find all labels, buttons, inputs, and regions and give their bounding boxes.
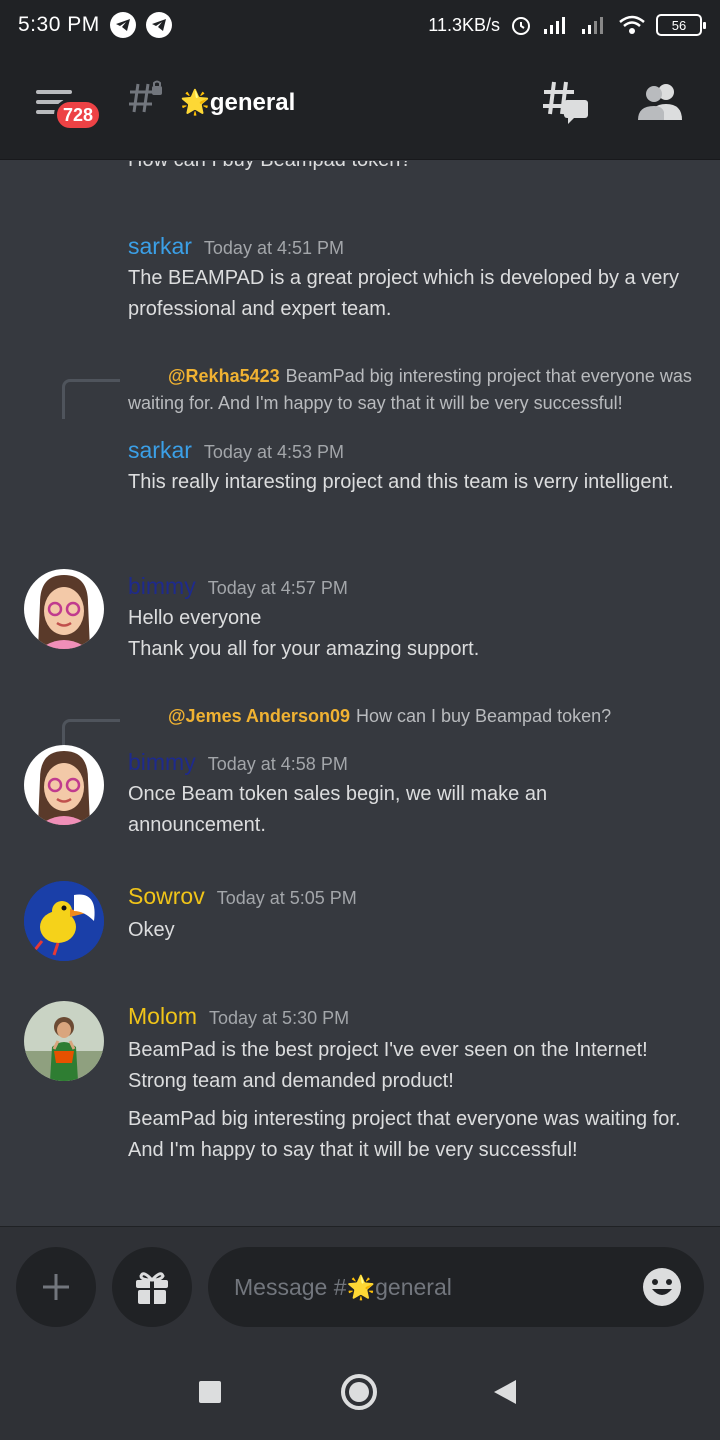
alarm-icon — [512, 17, 530, 35]
message-timestamp: Today at 4:58 PM — [207, 754, 348, 774]
message-text: Thank you all for your amazing support. — [128, 638, 480, 660]
message-text: Once Beam token sales begin, we will mak… — [128, 783, 548, 836]
recents-icon[interactable] — [199, 1381, 221, 1403]
status-time: 5:30 PM — [18, 13, 100, 36]
signal-icon — [544, 17, 565, 34]
message-author[interactable]: Molom — [128, 1003, 197, 1030]
avatar[interactable] — [24, 881, 104, 961]
reply-preview[interactable]: @Rekha5423 BeamPad big interesting projec… — [128, 363, 698, 417]
message-text: The BEAMPAD is a great project which is … — [128, 267, 679, 320]
message-timestamp: Today at 4:57 PM — [207, 578, 348, 598]
reply-connector — [62, 379, 120, 419]
plus-icon[interactable] — [16, 1247, 96, 1327]
avatar[interactable] — [24, 1001, 104, 1081]
avatar[interactable] — [24, 745, 104, 825]
back-icon[interactable] — [494, 1380, 516, 1404]
reply-mention[interactable]: @Rekha5423 — [168, 366, 280, 386]
unread-badge: 728 — [54, 99, 103, 131]
battery-icon: 56 — [656, 14, 706, 36]
gift-icon[interactable] — [112, 1247, 192, 1327]
message-timestamp: Today at 5:05 PM — [216, 888, 357, 908]
message-text: BeamPad is the best project I've ever se… — [128, 1039, 648, 1092]
locked-hash-icon — [128, 80, 164, 126]
emoji-icon[interactable] — [642, 1267, 682, 1307]
message-input[interactable]: Message #🌟general — [208, 1247, 704, 1327]
status-bar: 5:30 PM 11.3KB/s 56 — [0, 0, 720, 50]
message-text: Hello everyone — [128, 607, 262, 629]
status-indicators: 11.3KB/s 56 — [428, 14, 706, 36]
message-timestamp: Today at 4:53 PM — [203, 442, 344, 462]
channel-header: 728 🌟general — [0, 50, 720, 160]
message-text: This really intaresting project and this… — [128, 471, 674, 493]
members-icon[interactable] — [638, 82, 684, 127]
reply-text: How can I buy Beampad token? — [355, 706, 612, 726]
network-speed: 11.3KB/s — [428, 14, 500, 35]
wifi-icon — [619, 15, 645, 34]
avatar[interactable] — [24, 569, 104, 649]
cut-off-message: How can I buy Beampad token? — [128, 161, 412, 172]
reply-preview[interactable]: @Jemes Anderson09 How can I buy Beampad t… — [128, 703, 698, 730]
threads-icon[interactable] — [542, 80, 590, 129]
reply-mention[interactable]: @Jemes Anderson09 — [168, 706, 350, 726]
signal-icon — [582, 17, 603, 34]
message-text: BeamPad big interesting project that eve… — [128, 1108, 681, 1161]
message-author[interactable]: sarkar — [128, 437, 192, 464]
message-input-placeholder: Message #🌟general — [234, 1273, 452, 1300]
message-timestamp: Today at 4:51 PM — [203, 238, 344, 258]
message-timestamp: Today at 5:30 PM — [209, 1008, 350, 1028]
message-list[interactable]: How can I buy Beampad token? sarkar Toda… — [0, 161, 720, 1226]
home-icon[interactable] — [341, 1374, 377, 1410]
channel-title[interactable]: 🌟general — [180, 88, 295, 117]
message-text: Okey — [128, 919, 175, 941]
message-author[interactable]: sarkar — [128, 233, 192, 260]
telegram-icon — [145, 12, 172, 38]
message-author[interactable]: bimmy — [128, 749, 196, 776]
message-author[interactable]: Sowrov — [128, 883, 205, 910]
telegram-icon — [109, 12, 136, 38]
message-author[interactable]: bimmy — [128, 573, 196, 600]
message-composer: Message #🌟general — [0, 1226, 720, 1346]
system-nav-bar — [0, 1346, 720, 1440]
